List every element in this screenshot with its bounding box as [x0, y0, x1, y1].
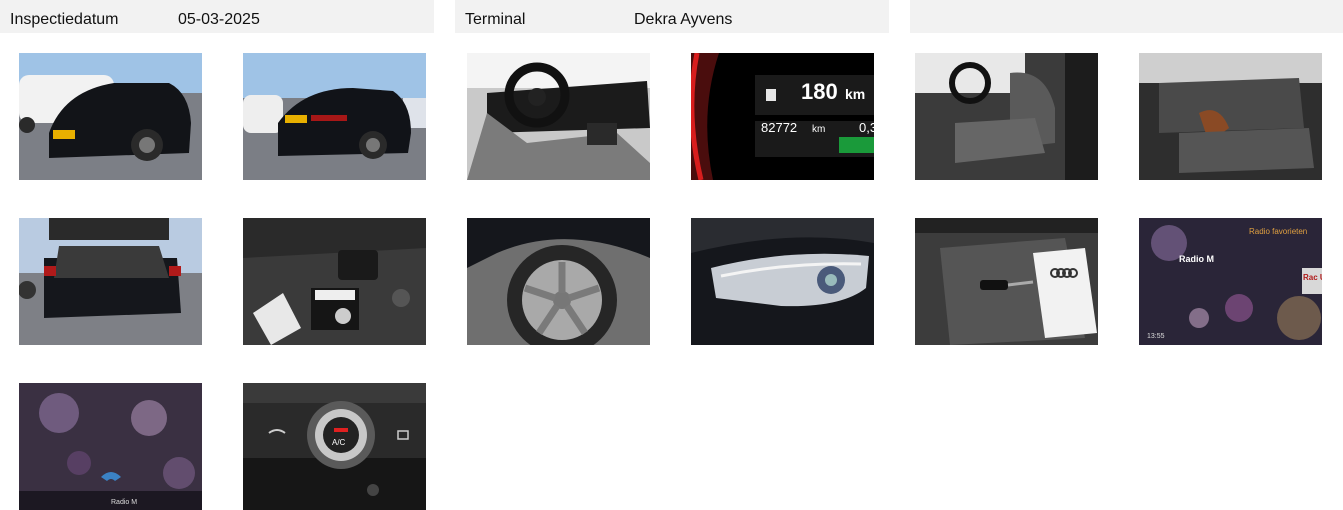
- radio-favorites-title: Radio favorieten: [1249, 227, 1307, 236]
- odometer-total-unit: km: [812, 124, 825, 135]
- open-trunk-photo[interactable]: [19, 218, 202, 345]
- infotainment-radio-photo[interactable]: Radio favorieten Radio M Rac Utr 13:55: [1139, 218, 1322, 345]
- dashboard-steering-photo[interactable]: [467, 53, 650, 180]
- trunk-tire-repair-kit-photo[interactable]: [243, 218, 426, 345]
- odometer-range-unit: km: [845, 86, 865, 102]
- climate-control-ac-photo[interactable]: A/C: [243, 383, 426, 510]
- key-and-manual-photo[interactable]: [915, 218, 1098, 345]
- infotainment-screen-photo[interactable]: Radio M: [19, 383, 202, 510]
- ac-label: A/C: [332, 438, 346, 447]
- inspection-date-label: Inspectiedatum: [10, 11, 119, 28]
- radio-station-name: Radio M: [1179, 254, 1214, 264]
- radio-time: 13:55: [1147, 333, 1165, 340]
- odometer-fraction: 0,3: [859, 120, 874, 135]
- inspection-date-value: 05-03-2025: [178, 11, 260, 28]
- odometer-photo[interactable]: 180 km 82772 km 0,3: [691, 53, 874, 180]
- terminal-bar: Terminal Dekra Ayvens: [455, 0, 889, 33]
- headlight-photo[interactable]: [691, 218, 874, 345]
- infotainment-bottom-label: Radio M: [111, 499, 137, 506]
- odometer-total-value: 82772: [761, 120, 797, 135]
- terminal-label: Terminal: [465, 11, 526, 28]
- rear-seats-photo[interactable]: [1139, 53, 1322, 180]
- front-left-exterior-photo[interactable]: [19, 53, 202, 180]
- odometer-range-value: 180: [801, 79, 838, 104]
- terminal-value: Dekra Ayvens: [634, 11, 733, 28]
- inspection-date-bar: Inspectiedatum 05-03-2025: [0, 0, 434, 33]
- rear-right-exterior-photo[interactable]: [243, 53, 426, 180]
- empty-header-bar: [910, 0, 1343, 33]
- front-seats-photo[interactable]: [915, 53, 1098, 180]
- wheel-tire-photo[interactable]: [467, 218, 650, 345]
- radio-side-label: Rac Utr: [1303, 273, 1322, 282]
